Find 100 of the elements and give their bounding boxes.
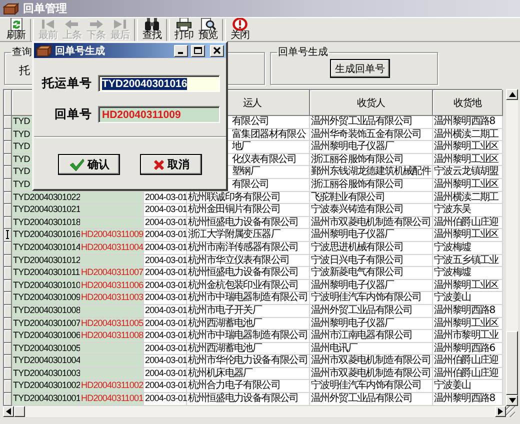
table-cell: 温州黎明工业区 [433, 154, 503, 166]
generate-button[interactable]: 生成回单号 [330, 59, 390, 78]
table-cell: TYD20040301008 [12, 304, 80, 318]
table-cell: 宁波云龙镇胡盟 [433, 166, 503, 179]
dialog-title: 回单号生成 [55, 44, 106, 58]
scroll-left-button[interactable] [3, 406, 14, 417]
table-cell: 宁波梅墟 [433, 242, 503, 255]
confirm-button[interactable]: 确认 [58, 154, 120, 175]
scroll-down-button[interactable] [506, 394, 518, 406]
table-cell: 温州黎明工业区 [433, 141, 503, 154]
table-cell: TYD20040301022 [12, 192, 80, 204]
toolbar-button[interactable]: 关闭 [228, 18, 252, 41]
table-cell: 杭州西湖蓄电池厂 [187, 318, 310, 330]
table-cell: HD20040311003 [80, 292, 144, 305]
table-cell: TYD20040301004 [12, 355, 80, 368]
table-cell: 温州横渎二期工 [433, 192, 503, 204]
triangle-icon [6, 408, 11, 415]
table-cell: 2004-03-01 [144, 204, 187, 217]
check-icon [68, 158, 84, 172]
table-cell: 浙江大学附属变压器厂 [187, 229, 310, 242]
resize-grip[interactable] [506, 406, 515, 417]
table-cell: 温州黎明西路8 [433, 116, 503, 129]
table-cell: 杭州恒盛电力设备有限公司 [187, 216, 310, 230]
table-cell: TYD20040301014 [12, 242, 80, 255]
table-cell: 杭州市电子开关厂 [187, 304, 310, 318]
table-cell: 宁波五乡镇工业 [433, 254, 503, 268]
maximize-icon [194, 47, 202, 54]
table-cell: 杭州合力电子有限公司 [187, 380, 310, 394]
table-cell: 宁波东吴 [433, 204, 503, 217]
table-cell: 温州黎明电子仪器厂 [310, 318, 433, 330]
table-cell: TYD20040301007 [12, 318, 80, 330]
table-cell: 温州市双菱电机制造有限公司 [310, 216, 433, 230]
toolbar-button[interactable]: 刷新 [4, 18, 28, 41]
table-cell: 浙江丽谷服饰有限公司 [310, 178, 433, 192]
row-selector[interactable] [4, 229, 12, 242]
table-cell: 温州黎明西路8 [433, 304, 503, 318]
table-cell: 飞驼鞋业有限公司 [310, 192, 433, 204]
table-cell: TYD20040301016 [12, 229, 80, 242]
skip-last-icon [112, 18, 128, 31]
cancel-button[interactable]: 取消 [140, 154, 202, 175]
table-cell: TYD20040301005 [12, 342, 80, 356]
table-cell: HD20040311007 [80, 267, 144, 280]
toolbar-button[interactable]: 查找 [140, 18, 164, 41]
app-icon [3, 2, 19, 16]
table-cell [80, 342, 144, 356]
table-cell: 温州黎明电子仪器厂 [310, 229, 433, 242]
table-cell: HD20040311002 [80, 380, 144, 394]
group-title: 查询 [11, 46, 33, 59]
scroll-up-button[interactable] [506, 89, 518, 100]
table-cell: 杭州西湖蓄电池厂 [187, 342, 310, 356]
table-cell: HD20040311005 [80, 318, 144, 330]
scroll-thumb[interactable] [506, 330, 518, 395]
table-cell [80, 204, 144, 217]
toolbar-button[interactable]: 预览 [196, 18, 220, 41]
table-cell: 温州外贸工业品有限公司 [310, 304, 433, 318]
table-cell: 2004-03-01 [144, 242, 187, 255]
table-cell: 温州黎明电子仪器厂 [310, 280, 433, 292]
table-cell: 鄞州东钱湖龙德建筑机械配件 [310, 166, 433, 179]
group-title: 回单号生成 [277, 46, 329, 59]
scroll-right-button[interactable] [495, 406, 506, 417]
table-cell: 杭州金杭包装印业有限公司 [187, 280, 310, 292]
table-cell: 温州黎明电子仪器厂 [310, 141, 433, 154]
maximize-button[interactable] [191, 44, 205, 56]
table-cell: 2004-03-01 [144, 267, 187, 280]
field-label: 托运单号 [42, 75, 92, 92]
table-cell: TYD20040301021 [12, 204, 80, 217]
table-cell: TYD20040301001 [12, 393, 80, 406]
table-cell: 宁波明佳汽车内饰有限公司 [310, 292, 433, 305]
table-cell [80, 192, 144, 204]
table-cell: 宁波泰兴铸造有限公司 [310, 204, 433, 217]
table-cell: 温州市双菱电机制造有限公司 [310, 355, 433, 368]
skip-first-icon [40, 18, 56, 31]
input-field[interactable]: TYD20040301016 [98, 75, 220, 92]
table-cell: TYD20040301009 [12, 292, 80, 305]
minimize-button[interactable] [174, 44, 188, 56]
table-cell: 2004-03-01 [144, 368, 187, 380]
table-cell: 温州黎明西路6 [433, 342, 503, 356]
table-cell: 杭州市中瑞电器制造有限公司 [187, 330, 310, 343]
scroll-thumb[interactable] [14, 406, 25, 417]
table-cell: 温州电讯厂 [310, 342, 433, 356]
table-cell: 温州黎明工业区 [433, 229, 503, 242]
table-cell: 温州伯爵山庄迎 [433, 368, 503, 380]
table-cell: 杭州市华立仪表有限公司 [187, 254, 310, 268]
table-cell: 温州市双菱电机制造有限公司 [310, 368, 433, 380]
table-cell: TYD20040301011 [12, 267, 80, 280]
table-cell: 杭州金田铜片有限公司 [187, 204, 310, 217]
close-button[interactable] [210, 44, 224, 56]
close-icon [213, 47, 221, 54]
toolbar-button[interactable]: 打印 [172, 18, 196, 41]
table-cell: 2004-03-01 [144, 229, 187, 242]
table-cell: 温州华奇装饰五金有限公司 [310, 128, 433, 142]
table-cell: 宁波思进机械有限公司 [310, 242, 433, 255]
table-cell: 温州市江南电器有限公司 [310, 330, 433, 343]
table-cell: TYD20040301012 [12, 254, 80, 268]
table-cell: 2004-03-01 [144, 280, 187, 292]
table-cell: TYD20040301003 [12, 368, 80, 380]
table-cell: 温州黎明工业区 [433, 318, 503, 330]
table-cell: 温州横渎二期工 [433, 128, 503, 142]
table-cell: 宁波明佳汽车内饰有限公司 [310, 380, 433, 394]
field-label: 托 [19, 63, 30, 78]
